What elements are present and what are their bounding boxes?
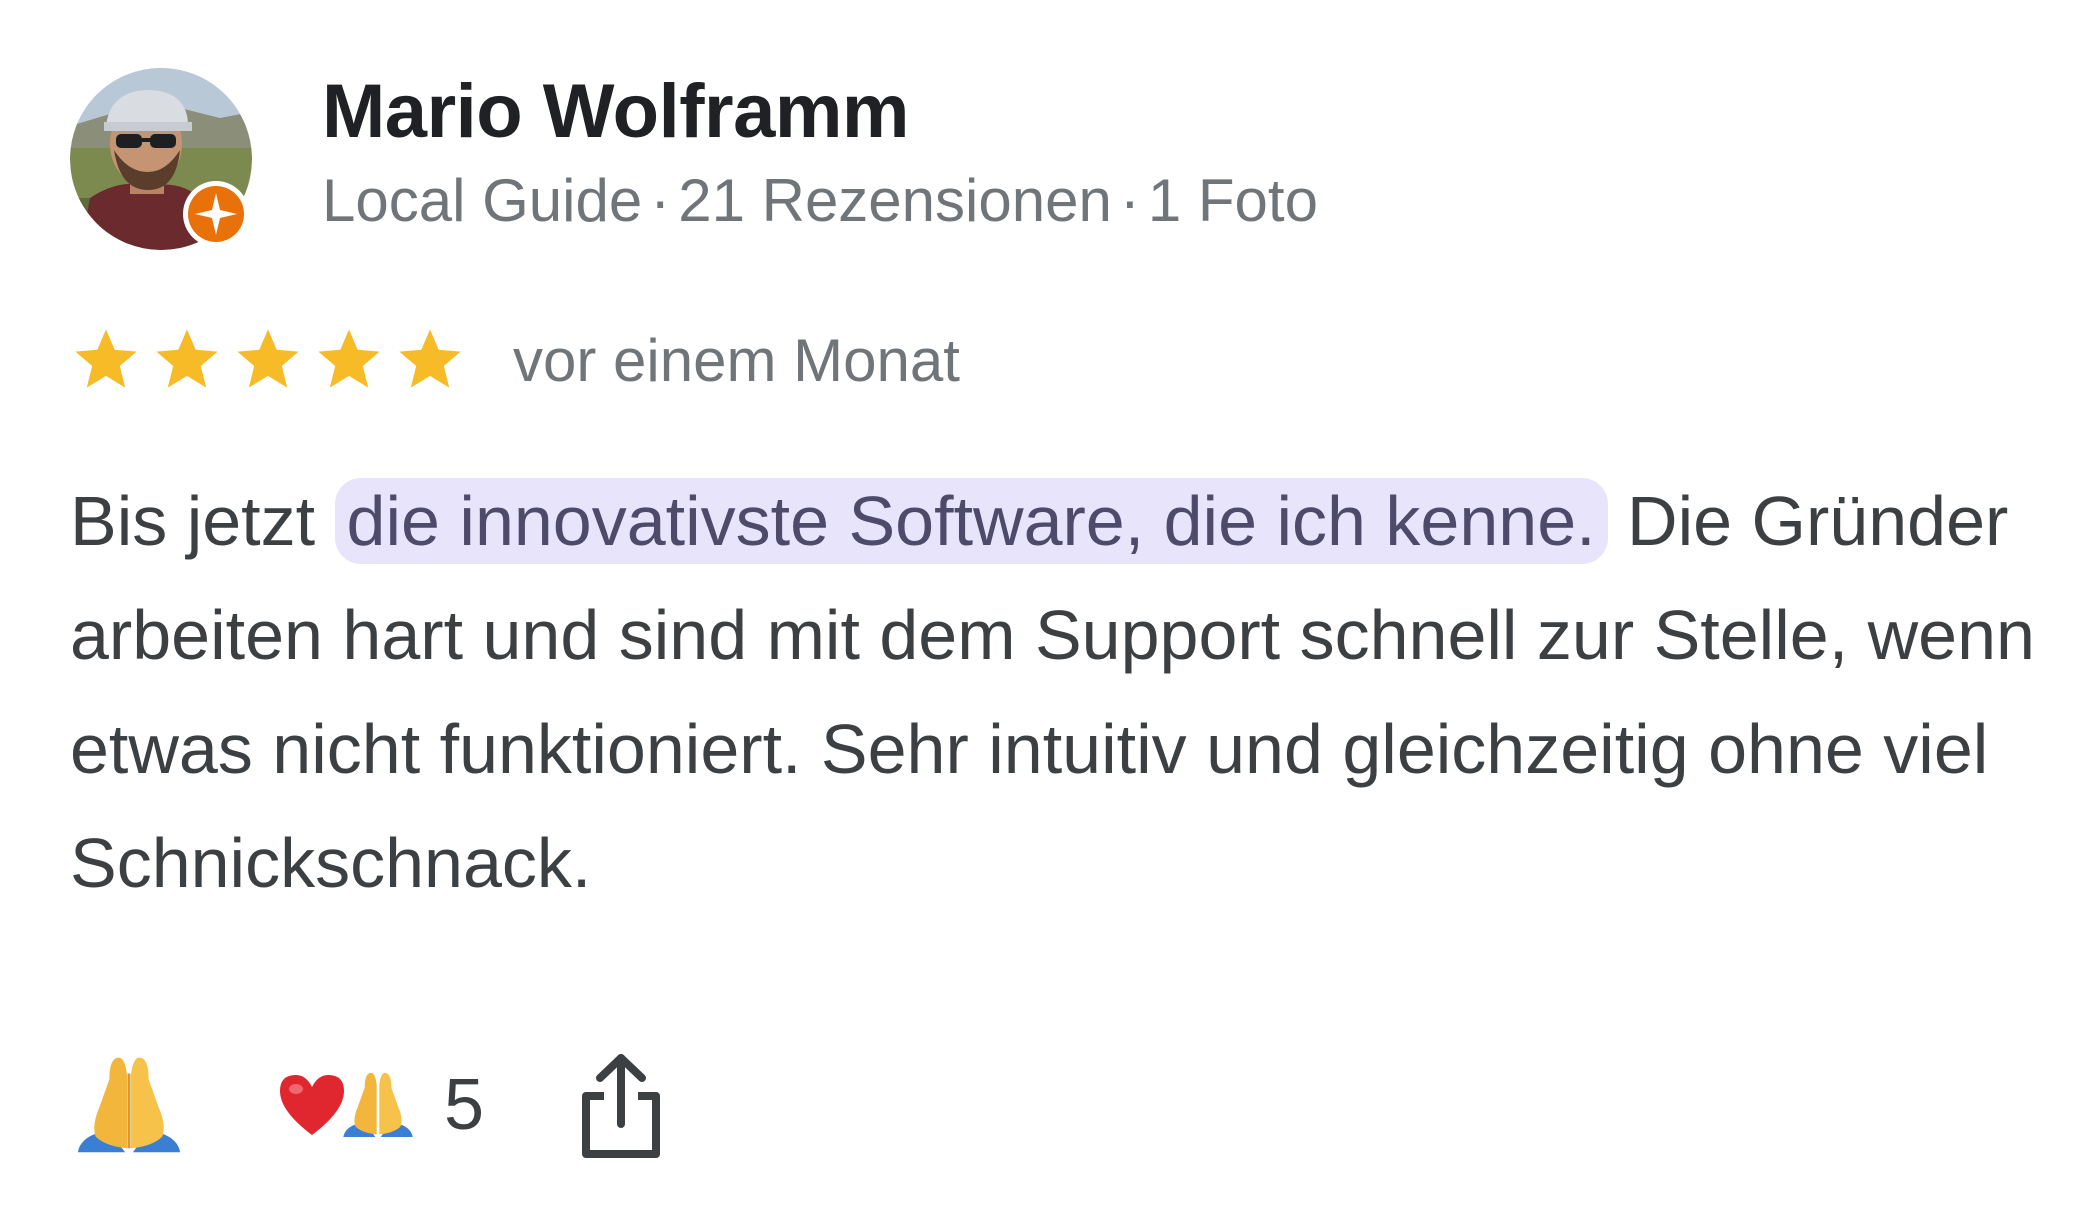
react-button[interactable] bbox=[70, 1046, 188, 1164]
reaction-summary[interactable]: 5 bbox=[272, 1064, 484, 1146]
star-icon bbox=[318, 329, 380, 388]
local-guide-badge-icon bbox=[183, 181, 249, 247]
folded-hands-icon bbox=[343, 1072, 413, 1137]
reviewer-meta: Local Guide · 21 Rezensionen · 1 Foto bbox=[322, 168, 1318, 234]
star-icon bbox=[156, 329, 218, 388]
reactions-row: 5 bbox=[70, 1040, 666, 1170]
review-highlight: die innovativste Software, die ich kenne… bbox=[334, 478, 1608, 564]
review-text: Bis jetzt die innovativste Software, die… bbox=[70, 464, 2050, 920]
review-card: Mario Wolframm Local Guide · 21 Rezensione… bbox=[0, 0, 2100, 1222]
reviewer-avatar[interactable] bbox=[70, 68, 252, 250]
review-text-start: Bis jetzt bbox=[70, 482, 316, 560]
reviewer-name[interactable]: Mario Wolframm bbox=[322, 70, 910, 154]
meta-separator: · bbox=[1119, 167, 1140, 234]
review-date: vor einem Monat bbox=[513, 326, 960, 394]
share-icon[interactable] bbox=[576, 1050, 666, 1160]
star-icon bbox=[237, 329, 299, 388]
reviewer-photo-count: 1 Foto bbox=[1147, 167, 1318, 234]
reaction-count: 5 bbox=[444, 1065, 485, 1145]
meta-separator: · bbox=[650, 167, 671, 234]
reviewer-level: Local Guide bbox=[322, 167, 643, 234]
star-icon bbox=[399, 329, 461, 388]
folded-hands-icon bbox=[77, 1057, 181, 1153]
star-icon bbox=[75, 329, 137, 388]
star-rating bbox=[70, 324, 475, 396]
rating-row: vor einem Monat bbox=[70, 320, 960, 400]
reviewer-review-count: 21 Rezensionen bbox=[678, 167, 1112, 234]
